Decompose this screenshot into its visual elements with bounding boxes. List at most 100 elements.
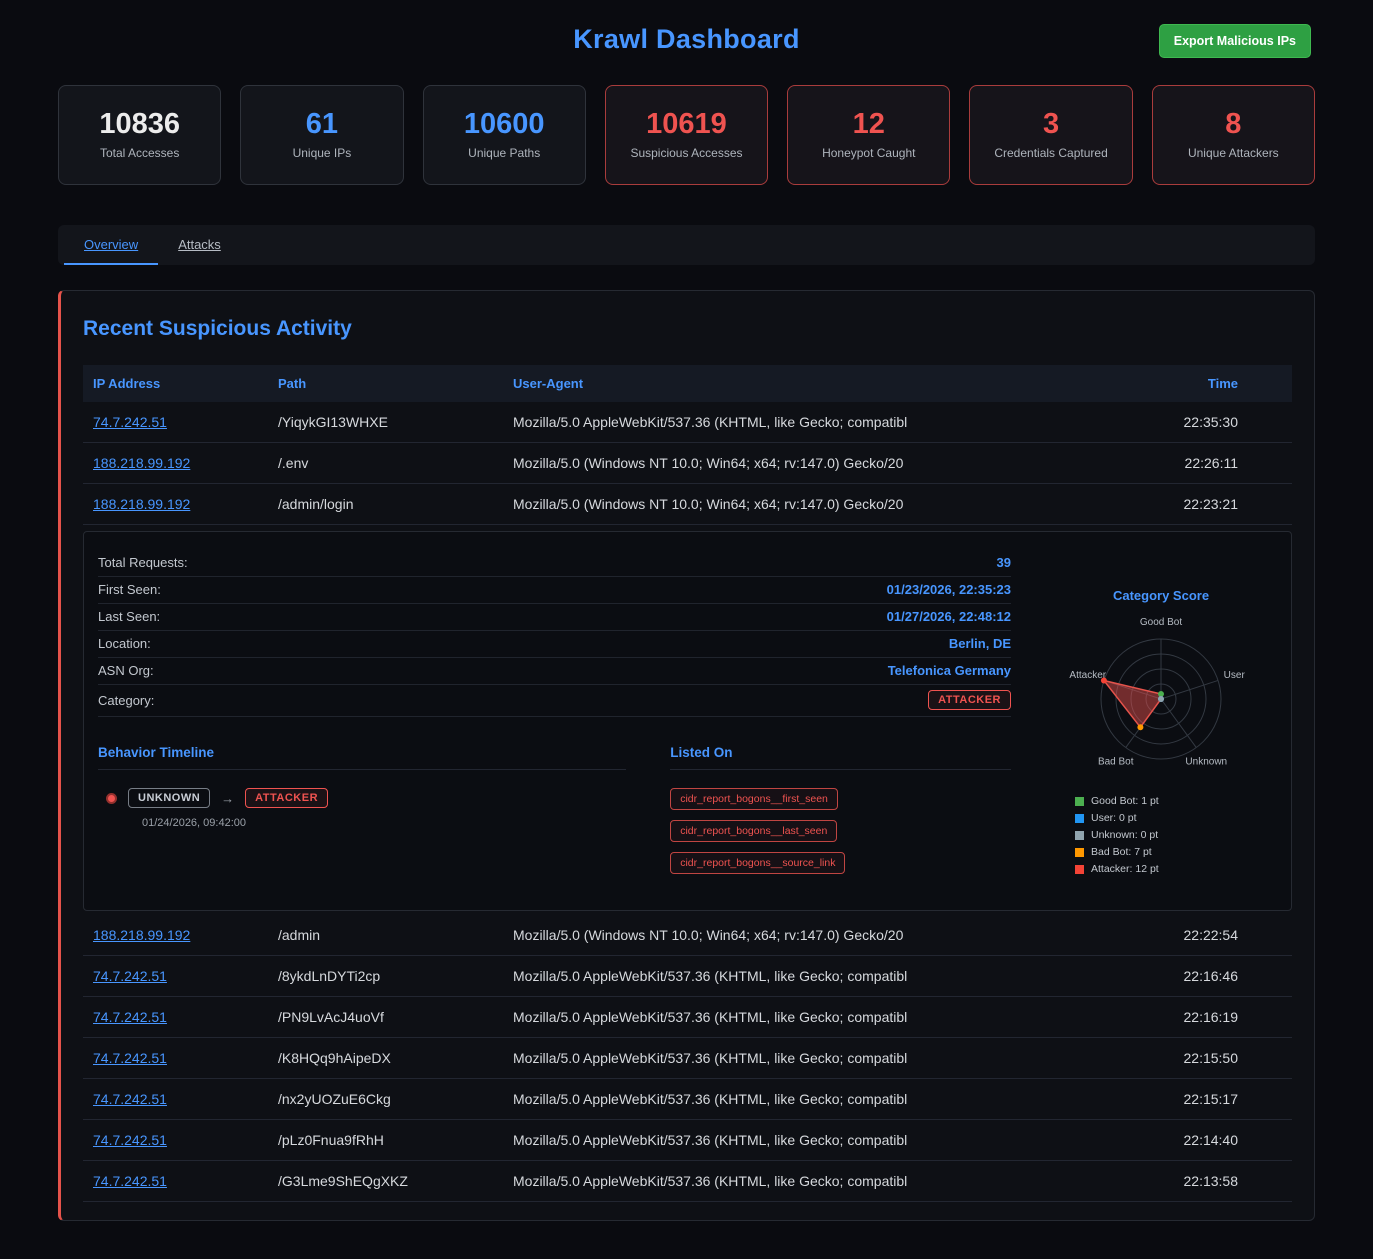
detail-field-first-seen: First Seen:01/23/2026, 22:35:23	[98, 577, 1011, 604]
table-row[interactable]: 74.7.242.51/nx2yUOZuE6CkgMozilla/5.0 App…	[83, 1079, 1292, 1120]
user-agent-cell: Mozilla/5.0 (Windows NT 10.0; Win64; x64…	[503, 927, 1107, 943]
ip-link[interactable]: 74.7.242.51	[93, 1009, 167, 1025]
table-row[interactable]: 74.7.242.51/K8HQq9hAipeDXMozilla/5.0 App…	[83, 1038, 1292, 1079]
user-agent-cell: Mozilla/5.0 AppleWebKit/537.36 (KHTML, l…	[503, 414, 1107, 430]
radar-axis-label-user: User	[1224, 670, 1246, 681]
radar-axis-label-unknown: Unknown	[1185, 756, 1227, 767]
export-malicious-ips-button[interactable]: Export Malicious IPs	[1159, 24, 1311, 58]
stat-label: Honeypot Caught	[822, 146, 915, 160]
legend-swatch	[1075, 797, 1084, 806]
table-row[interactable]: 74.7.242.51/YiqykGI13WHXEMozilla/5.0 App…	[83, 402, 1292, 443]
chart-title: Category Score	[1113, 588, 1209, 603]
time-cell: 22:16:46	[1107, 968, 1292, 984]
stat-label: Unique Attackers	[1188, 146, 1279, 160]
detail-field-location: Location:Berlin, DE	[98, 631, 1011, 658]
tab-overview[interactable]: Overview	[64, 225, 158, 265]
user-agent-cell: Mozilla/5.0 AppleWebKit/537.36 (KHTML, l…	[503, 1132, 1107, 1148]
ip-detail-fields-column: Total Requests:39First Seen:01/23/2026, …	[98, 550, 1045, 880]
path-cell: /.env	[268, 455, 503, 471]
time-cell: 22:14:40	[1107, 1132, 1292, 1148]
timeline-dot-icon	[106, 793, 117, 804]
stat-card-unique-attackers: 8Unique Attackers	[1152, 85, 1315, 185]
tab-attacks[interactable]: Attacks	[158, 225, 241, 265]
timeline-entry: UNKNOWN → ATTACKER	[98, 788, 626, 808]
ip-cell: 74.7.242.51	[83, 1009, 268, 1025]
detail-field-value: 39	[997, 555, 1011, 570]
listed-on-badge-cidr-report-bogons-first-seen[interactable]: cidr_report_bogons__first_seen	[670, 788, 838, 810]
table-row[interactable]: 74.7.242.51/G3Lme9ShEQgXKZMozilla/5.0 Ap…	[83, 1161, 1292, 1202]
listed-on-badge-cidr-report-bogons-last-seen[interactable]: cidr_report_bogons__last_seen	[670, 820, 837, 842]
radar-point-bad-bot	[1137, 724, 1143, 730]
ip-cell: 74.7.242.51	[83, 1173, 268, 1189]
legend-label: Good Bot: 1 pt	[1091, 795, 1159, 807]
ip-link[interactable]: 74.7.242.51	[93, 1132, 167, 1148]
detail-field-label: ASN Org:	[98, 663, 154, 678]
user-agent-cell: Mozilla/5.0 (Windows NT 10.0; Win64; x64…	[503, 496, 1107, 512]
behavior-timeline-section: Behavior Timeline UNKNOWN → ATTACKER 01/…	[98, 745, 626, 874]
ip-cell: 188.218.99.192	[83, 496, 268, 512]
column-header-ip-address: IP Address	[83, 376, 268, 391]
ip-link[interactable]: 74.7.242.51	[93, 414, 167, 430]
user-agent-cell: Mozilla/5.0 AppleWebKit/537.36 (KHTML, l…	[503, 1091, 1107, 1107]
path-cell: /K8HQq9hAipeDX	[268, 1050, 503, 1066]
stat-label: Credentials Captured	[994, 146, 1107, 160]
ip-detail-panel: Total Requests:39First Seen:01/23/2026, …	[83, 531, 1292, 911]
ip-link[interactable]: 74.7.242.51	[93, 1050, 167, 1066]
ip-link[interactable]: 188.218.99.192	[93, 455, 190, 471]
legend-label: Attacker: 12 pt	[1091, 863, 1159, 875]
legend-item-good-bot-1-pt: Good Bot: 1 pt	[1075, 795, 1159, 807]
table-row[interactable]: 188.218.99.192/admin/loginMozilla/5.0 (W…	[83, 484, 1292, 525]
legend-swatch	[1075, 848, 1084, 857]
legend-item-attacker-12-pt: Attacker: 12 pt	[1075, 863, 1159, 875]
stat-card-credentials-captured: 3 Credentials Captured	[969, 85, 1132, 185]
table-row[interactable]: 188.218.99.192/adminMozilla/5.0 (Windows…	[83, 915, 1292, 956]
listed-on-section: Listed On cidr_report_bogons__first_seen…	[670, 745, 1011, 874]
ip-link[interactable]: 74.7.242.51	[93, 1173, 167, 1189]
legend-item-unknown-0-pt: Unknown: 0 pt	[1075, 829, 1159, 841]
behavior-timeline-title: Behavior Timeline	[98, 745, 626, 770]
stats-row: 10836Total Accesses61Unique IPs10600Uniq…	[0, 85, 1373, 185]
detail-field-last-seen: Last Seen:01/27/2026, 22:48:12	[98, 604, 1011, 631]
stat-card-suspicious-accesses: 10619Suspicious Accesses	[605, 85, 768, 185]
table-row[interactable]: 74.7.242.51/8ykdLnDYTi2cpMozilla/5.0 App…	[83, 956, 1292, 997]
column-header-time: Time	[1107, 376, 1292, 391]
stat-card-unique-ips: 61Unique IPs	[240, 85, 403, 185]
detail-field-category: Category:ATTACKER	[98, 685, 1011, 717]
detail-field-label: Location:	[98, 636, 151, 651]
detail-field-label: Last Seen:	[98, 609, 160, 624]
column-header-user-agent: User-Agent	[503, 376, 1107, 391]
listed-on-badge-cidr-report-bogons-source-link[interactable]: cidr_report_bogons__source_link	[670, 852, 845, 874]
listed-on-badges: cidr_report_bogons__first_seen cidr_repor…	[670, 788, 1011, 874]
stat-value: 3	[1043, 110, 1059, 139]
category-badge-from: UNKNOWN	[128, 788, 210, 808]
arrow-right-icon: →	[221, 791, 234, 806]
table-row[interactable]: 74.7.242.51/PN9LvAcJ4uoVfMozilla/5.0 App…	[83, 997, 1292, 1038]
user-agent-cell: Mozilla/5.0 AppleWebKit/537.36 (KHTML, l…	[503, 1050, 1107, 1066]
stat-label: Unique IPs	[293, 146, 352, 160]
time-cell: 22:16:19	[1107, 1009, 1292, 1025]
ip-link[interactable]: 74.7.242.51	[93, 968, 167, 984]
ip-cell: 74.7.242.51	[83, 414, 268, 430]
ip-link[interactable]: 74.7.242.51	[93, 1091, 167, 1107]
ip-link[interactable]: 188.218.99.192	[93, 496, 190, 512]
detail-field-value: 01/23/2026, 22:35:23	[887, 582, 1011, 597]
ip-cell: 74.7.242.51	[83, 968, 268, 984]
stat-card-unique-paths: 10600Unique Paths	[423, 85, 586, 185]
radar-chart: Good BotUserUnknownBad BotAttacker	[1041, 605, 1281, 781]
table-row[interactable]: 74.7.242.51/pLz0Fnua9fRhHMozilla/5.0 App…	[83, 1120, 1292, 1161]
table-rows-after-detail: 188.218.99.192/adminMozilla/5.0 (Windows…	[83, 915, 1292, 1202]
ip-link[interactable]: 188.218.99.192	[93, 927, 190, 943]
column-header-path: Path	[268, 376, 503, 391]
activity-table: IP AddressPathUser-AgentTime 74.7.242.51…	[83, 365, 1292, 1202]
path-cell: /G3Lme9ShEQgXKZ	[268, 1173, 503, 1189]
stat-value: 10600	[464, 110, 545, 139]
user-agent-cell: Mozilla/5.0 AppleWebKit/537.36 (KHTML, l…	[503, 1009, 1107, 1025]
category-score-chart: Category Score Good BotUserUnknownBad Bo…	[1045, 550, 1277, 880]
table-row[interactable]: 188.218.99.192/.envMozilla/5.0 (Windows …	[83, 443, 1292, 484]
stat-value: 10619	[646, 110, 727, 139]
radar-data-polygon	[1104, 681, 1161, 728]
radar-axis-label-bad-bot: Bad Bot	[1098, 756, 1134, 767]
ip-cell: 188.218.99.192	[83, 455, 268, 471]
panel-title: Recent Suspicious Activity	[83, 317, 1292, 341]
legend-swatch	[1075, 865, 1084, 874]
